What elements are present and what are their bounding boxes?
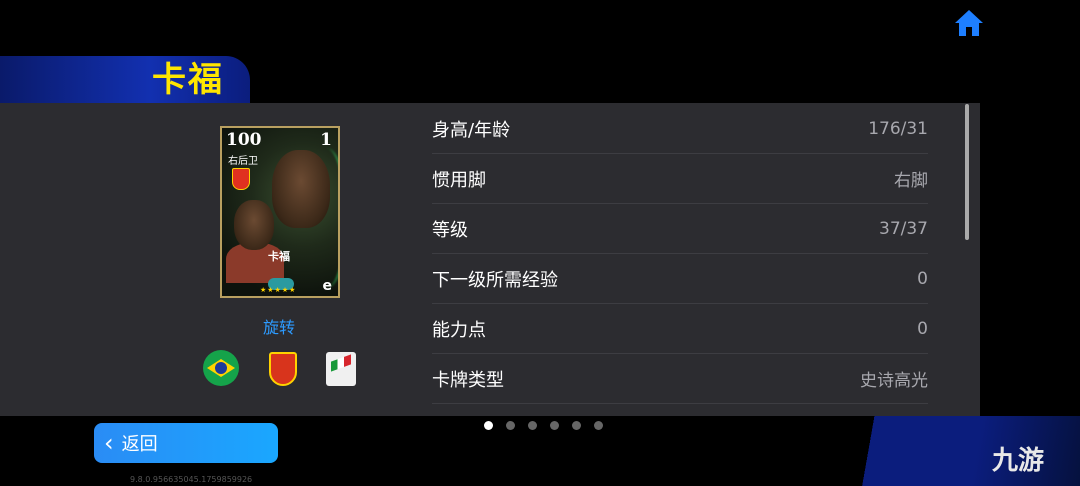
page-dot[interactable]: [594, 421, 603, 430]
stat-label: 惯用脚: [432, 169, 486, 191]
scrollbar[interactable]: [965, 104, 969, 240]
card-brand-logo: e: [322, 278, 333, 294]
brazil-flag-icon[interactable]: [203, 350, 239, 386]
stat-value: 0: [917, 318, 928, 339]
player-card[interactable]: 100 1 右后卫 卡福 ★★★★★ e: [220, 126, 340, 298]
stat-row-next-exp: 下一级所需经验 0: [432, 254, 928, 304]
stat-label: 卡牌类型: [432, 369, 504, 391]
home-icon[interactable]: [953, 8, 985, 38]
chevron-left-icon: ‹: [104, 429, 114, 457]
page-dot[interactable]: [528, 421, 537, 430]
page-title: 卡福: [152, 60, 224, 100]
club-crest-icon[interactable]: [265, 350, 301, 388]
page-dot[interactable]: [572, 421, 581, 430]
page-dot[interactable]: [484, 421, 493, 430]
stat-row-level: 等级 37/37: [432, 204, 928, 254]
back-button[interactable]: ‹ 返回: [94, 423, 278, 463]
stats-list: 身高/年龄 176/31 惯用脚 右脚 等级 37/37 下一级所需经验 0 能…: [432, 104, 928, 404]
page-dot[interactable]: [506, 421, 515, 430]
back-button-label: 返回: [121, 434, 158, 455]
stat-row-height-age: 身高/年龄 176/31: [432, 104, 928, 154]
watermark-logo: 九游: [992, 440, 1044, 477]
stat-value: 37/37: [879, 218, 928, 239]
player-portrait: [272, 150, 330, 228]
card-player-name: 卡福: [268, 250, 290, 263]
league-logo-icon[interactable]: [324, 350, 360, 388]
version-text: 9.8.0.956635045.1759859926: [130, 475, 253, 484]
pagination-dots: [484, 421, 603, 430]
stat-label: 身高/年龄: [432, 119, 511, 141]
player-action-face: [234, 200, 274, 250]
stat-row-card-type: 卡牌类型 史诗高光: [432, 354, 928, 404]
stat-value: 176/31: [868, 118, 928, 139]
stat-row-ability-points: 能力点 0: [432, 304, 928, 354]
card-stars: ★★★★★: [260, 286, 297, 294]
stat-row-foot: 惯用脚 右脚: [432, 154, 928, 204]
page-dot[interactable]: [550, 421, 559, 430]
rotate-button[interactable]: 旋转: [263, 314, 295, 338]
stat-label: 能力点: [432, 319, 486, 341]
card-level: 1: [320, 130, 332, 150]
stat-value: 右脚: [894, 171, 928, 191]
stat-value: 史诗高光: [860, 371, 928, 391]
card-club-crest-icon: [232, 168, 250, 190]
card-position: 右后卫: [228, 156, 258, 167]
watermark-text: 九游: [992, 446, 1045, 476]
card-rating: 100: [226, 130, 262, 150]
stat-label: 等级: [432, 219, 468, 241]
stat-value: 0: [917, 268, 928, 289]
stat-label: 下一级所需经验: [432, 269, 558, 291]
